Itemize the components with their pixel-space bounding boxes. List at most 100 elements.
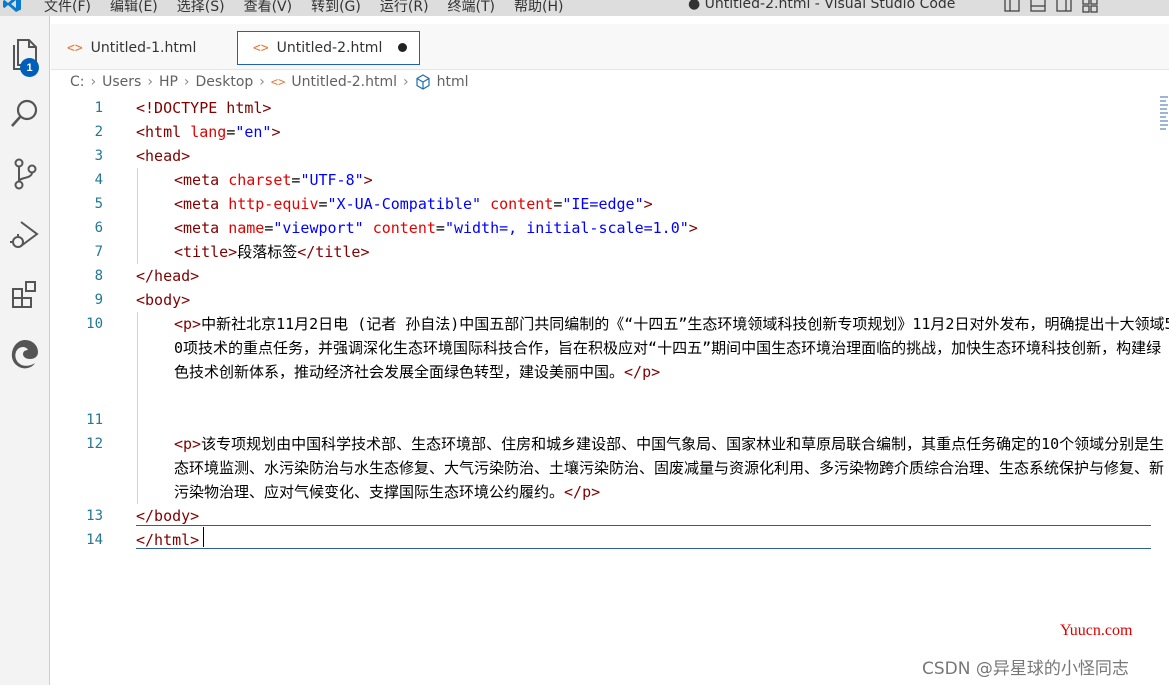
- chevron-right-icon: ›: [90, 74, 97, 90]
- tab-untitled-1[interactable]: <> Untitled-1.html: [51, 31, 236, 65]
- toggle-primary-sidebar-icon[interactable]: [1002, 0, 1022, 14]
- line-number: 12: [86, 436, 103, 452]
- toggle-secondary-sidebar-icon[interactable]: [1054, 0, 1074, 14]
- code-editor[interactable]: 1 2 3 4 5 6 7 8 9 10 11 12 13 14 <!DOCTY…: [51, 96, 1169, 685]
- current-line-highlight: [136, 525, 1151, 549]
- menu-go[interactable]: 转到(G): [311, 0, 361, 16]
- indent-guide: [137, 312, 138, 504]
- token: <head>: [136, 147, 191, 165]
- chevron-right-icon: ›: [183, 74, 190, 90]
- token: <html: [136, 123, 191, 141]
- token: name: [228, 219, 265, 237]
- search-button[interactable]: [0, 90, 50, 138]
- line-number: 13: [86, 508, 103, 524]
- code-line-12: <p>该专项规划由中国科学技术部、生态环境部、住房和城乡建设部、中国气象局、国家…: [174, 432, 1169, 504]
- line-number: 8: [94, 268, 103, 284]
- token: </p>: [564, 483, 601, 501]
- title-bar: 文件(F) 编辑(E) 选择(S) 查看(V) 转到(G) 运行(R) 终端(T…: [0, 0, 1169, 16]
- unsaved-dot-icon[interactable]: [398, 43, 407, 52]
- token: 中新社北京11月2日电 (记者 孙自法)中国五部门共同编制的《“十四五”生态环境…: [174, 315, 1169, 381]
- run-debug-button[interactable]: [0, 210, 50, 258]
- symbol-element-icon: [416, 74, 430, 90]
- chevron-right-icon: ›: [259, 74, 265, 90]
- breadcrumb-users[interactable]: Users: [102, 74, 141, 90]
- token: 段落标签: [237, 243, 298, 261]
- breadcrumb-hp[interactable]: HP: [159, 74, 178, 90]
- token: </body>: [136, 507, 200, 525]
- token: <meta: [174, 171, 229, 189]
- line-number: 5: [94, 196, 103, 212]
- token: </p>: [624, 363, 661, 381]
- line-number: 3: [94, 148, 103, 164]
- token: <p>: [174, 435, 202, 453]
- extensions-button[interactable]: [0, 270, 50, 318]
- line-number: 14: [86, 532, 103, 548]
- code-line-3: <head>: [136, 144, 190, 168]
- search-icon: [11, 99, 38, 127]
- menu-help[interactable]: 帮助(H): [514, 0, 563, 16]
- line-number: 1: [94, 100, 103, 116]
- menu-terminal[interactable]: 终端(T): [448, 0, 495, 16]
- extensions-icon: [12, 281, 36, 308]
- token: http-equiv: [228, 195, 319, 213]
- toggle-panel-icon[interactable]: [1028, 0, 1048, 14]
- token: content: [490, 195, 554, 213]
- line-number: 10: [86, 316, 103, 332]
- tab-label: Untitled-1.html: [90, 40, 197, 56]
- token: <p>: [174, 315, 202, 333]
- code-line-7: <title>段落标签</title>: [174, 240, 369, 264]
- breadcrumb: C: › Users › HP › Desktop › <> Untitled-…: [70, 72, 469, 92]
- breadcrumb-desktop[interactable]: Desktop: [196, 74, 254, 90]
- tab-untitled-2[interactable]: <> Untitled-2.html: [237, 31, 420, 65]
- menu-edit[interactable]: 编辑(E): [110, 0, 158, 16]
- text-cursor: [203, 527, 204, 547]
- line-number: 11: [86, 412, 103, 428]
- vscode-logo-icon: [3, 0, 21, 12]
- run-debug-icon: [10, 221, 39, 248]
- code-line-5: <meta http-equiv="X-UA-Compatible" conte…: [174, 195, 653, 213]
- token: 该专项规划由中国科学技术部、生态环境部、住房和城乡建设部、中国气象局、国家林业和…: [174, 435, 1165, 501]
- edge-icon: [11, 340, 38, 369]
- menu-selection[interactable]: 选择(S): [177, 0, 225, 16]
- edge-devtools-button[interactable]: [0, 330, 50, 378]
- code-line-9: <body>: [136, 288, 190, 312]
- line-number: 9: [94, 292, 103, 308]
- layout-controls: [1002, 0, 1100, 14]
- html-file-icon: <>: [270, 75, 286, 89]
- token: <title>: [174, 243, 238, 261]
- breadcrumb-file[interactable]: Untitled-2.html: [291, 74, 397, 90]
- customize-layout-icon[interactable]: [1080, 0, 1100, 14]
- code-line-1: <!DOCTYPE html>: [136, 96, 271, 120]
- token: </title>: [297, 243, 370, 261]
- menu-view[interactable]: 查看(V): [244, 0, 293, 16]
- breadcrumb-drive[interactable]: C:: [70, 74, 85, 90]
- token: <meta: [174, 195, 229, 213]
- watermark-site: Yuucn.com: [1060, 622, 1133, 639]
- line-number: 4: [94, 172, 103, 188]
- breadcrumb-symbol[interactable]: html: [437, 74, 469, 90]
- token: "UTF-8": [300, 171, 364, 189]
- token: <meta: [174, 219, 229, 237]
- token: "IE=edge": [562, 195, 644, 213]
- editor-tab-bar: <> Untitled-1.html <> Untitled-2.html: [51, 24, 1169, 70]
- tab-label: Untitled-2.html: [276, 40, 383, 56]
- code-line-6: <meta name="viewport" content="width=, i…: [174, 219, 698, 237]
- token: </head>: [136, 267, 200, 285]
- indent-guide: [137, 168, 138, 264]
- html-file-icon: <>: [253, 40, 269, 56]
- token: "width=, initial-scale=1.0": [444, 219, 689, 237]
- token: "viewport": [273, 219, 364, 237]
- line-number: 2: [94, 124, 103, 140]
- line-number: 7: [94, 244, 103, 260]
- minimap-icon[interactable]: [1159, 96, 1169, 136]
- menu-file[interactable]: 文件(F): [44, 0, 91, 16]
- menu-run[interactable]: 运行(R): [380, 0, 429, 16]
- token: lang: [190, 123, 227, 141]
- token: <!DOCTYPE html>: [136, 99, 272, 117]
- activity-bar: 1: [0, 16, 50, 685]
- window-title: ● Untitled-2.html - Visual Studio Code: [688, 0, 956, 12]
- watermark-author: CSDN @异星球的小怪同志: [922, 659, 1129, 679]
- token: charset: [228, 171, 292, 189]
- source-control-button[interactable]: [0, 150, 50, 198]
- code-line-4: <meta charset="UTF-8">: [174, 171, 373, 189]
